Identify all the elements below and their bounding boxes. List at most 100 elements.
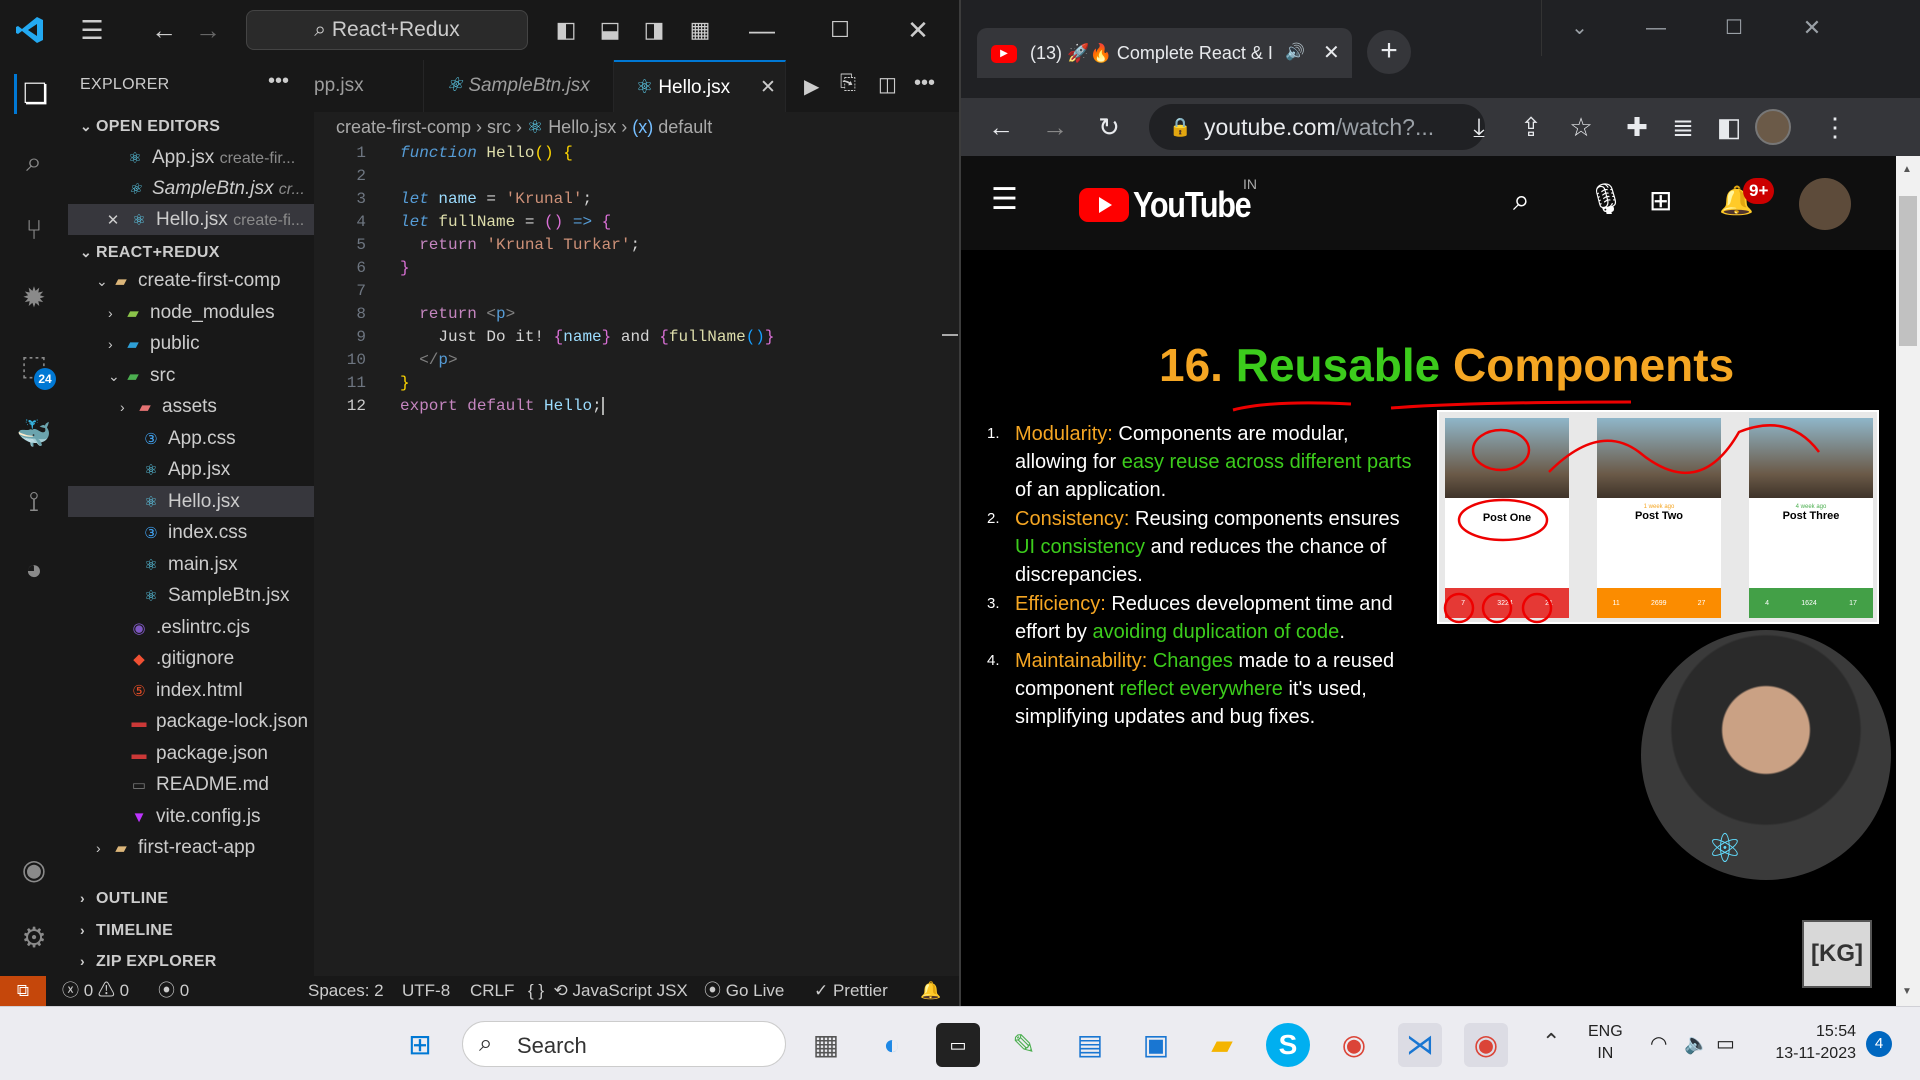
tree-folder[interactable]: › ▰ node_modules bbox=[68, 297, 314, 328]
close-window-icon[interactable]: ✕ bbox=[1773, 0, 1851, 56]
eol-status[interactable]: CRLF bbox=[470, 976, 514, 1006]
minimize-icon[interactable]: — bbox=[1617, 0, 1695, 56]
file-explorer-icon[interactable]: ▰ bbox=[1200, 1023, 1244, 1067]
extensions-puzzle-icon[interactable]: ✚ bbox=[1617, 107, 1657, 147]
chrome-active-icon[interactable]: ◉ bbox=[1464, 1023, 1508, 1067]
clock[interactable]: 15:54 13-11-2023 bbox=[1764, 1021, 1856, 1065]
tree-folder[interactable]: › ▰ public bbox=[68, 328, 314, 359]
source-control-icon[interactable]: ⑂ bbox=[14, 210, 54, 250]
zip-explorer-section[interactable]: › ZIP EXPLORER bbox=[80, 953, 217, 971]
battery-icon[interactable]: ▭ bbox=[1716, 1031, 1735, 1056]
toggle-primary-sidebar-icon[interactable]: ◧ bbox=[546, 10, 586, 50]
vscode-taskbar-icon[interactable]: ⋊ bbox=[1398, 1023, 1442, 1067]
workspace-header[interactable]: ⌄ REACT+REDUX bbox=[80, 244, 220, 262]
chrome-icon[interactable]: ◉ bbox=[1332, 1023, 1376, 1067]
code-editor[interactable]: 1 2 3 4 5 6 7 8 9 10 11 12 function Hell… bbox=[314, 142, 959, 976]
editor-more-icon[interactable]: ••• bbox=[914, 72, 935, 95]
split-editor-icon[interactable]: ◫ bbox=[878, 72, 897, 97]
video-player[interactable]: 16. Reusable Components 1. Modularity: C… bbox=[961, 250, 1896, 1006]
chrome-menu-icon[interactable]: ⋮ bbox=[1815, 107, 1855, 147]
chrome-tab-youtube[interactable]: ▶ (13) 🚀🔥 Complete React & I ✕ 🔊 bbox=[977, 28, 1352, 78]
notepad-icon[interactable]: ▤ bbox=[1068, 1023, 1112, 1067]
tree-file[interactable]: ⚛ main.jsx bbox=[68, 549, 314, 580]
maximize-icon[interactable]: ☐ bbox=[820, 10, 860, 50]
tab-hello-jsx[interactable]: ⚛ Hello.jsx ✕ bbox=[614, 60, 786, 112]
side-panel-icon[interactable]: ◧ bbox=[1709, 107, 1749, 147]
forward-arrow-icon[interactable]: → bbox=[188, 10, 228, 50]
tree-file[interactable]: ③ index.css bbox=[68, 517, 314, 548]
back-arrow-icon[interactable]: ← bbox=[981, 107, 1021, 147]
minimize-icon[interactable]: — bbox=[742, 10, 782, 50]
microphone-icon[interactable]: 🎙 bbox=[1587, 182, 1625, 217]
scroll-up-icon[interactable]: ▲ bbox=[1902, 164, 1912, 175]
create-video-icon[interactable]: ⊞ bbox=[1649, 184, 1672, 217]
minimap-slider[interactable] bbox=[942, 334, 958, 336]
remote-explorer-icon[interactable]: ◕ bbox=[14, 550, 54, 590]
scrollbar-thumb[interactable] bbox=[1899, 196, 1917, 346]
command-center-search[interactable]: ⌕ React+Redux bbox=[246, 10, 528, 50]
open-editor-item[interactable]: ⚛ SampleBtn.jsx cr... bbox=[68, 173, 314, 204]
tab-app-jsx[interactable]: pp.jsx bbox=[314, 60, 424, 112]
search-icon[interactable]: ⌕ bbox=[1513, 184, 1530, 218]
language-status[interactable]: { } ⟲ JavaScript JSX bbox=[528, 976, 688, 1006]
account-icon[interactable]: ◉ bbox=[14, 850, 54, 890]
tree-file-selected[interactable]: ⚛ Hello.jsx bbox=[68, 486, 314, 517]
indentation-status[interactable]: Spaces: 2 bbox=[308, 976, 384, 1006]
encoding-status[interactable]: UTF-8 bbox=[402, 976, 450, 1006]
tree-folder-root[interactable]: ⌄ ▰ create-first-comp bbox=[68, 265, 314, 296]
close-tab-icon[interactable]: ✕ bbox=[760, 62, 776, 112]
forward-arrow-icon[interactable]: → bbox=[1035, 107, 1075, 147]
docker-icon[interactable]: 🐳 bbox=[14, 414, 54, 454]
tree-file[interactable]: ▭ README.md bbox=[68, 769, 314, 800]
close-tab-icon[interactable]: ✕ bbox=[1323, 28, 1340, 78]
reload-icon[interactable]: ↻ bbox=[1089, 107, 1129, 147]
tree-file[interactable]: ▬ package-lock.json bbox=[68, 706, 314, 737]
terminal-icon[interactable]: ▭ bbox=[936, 1023, 980, 1067]
scroll-down-icon[interactable]: ▼ bbox=[1902, 986, 1912, 997]
wordpad-icon[interactable]: ▣ bbox=[1134, 1023, 1178, 1067]
menu-icon[interactable]: ☰ bbox=[72, 10, 112, 50]
remote-indicator-icon[interactable]: ⧉ bbox=[0, 976, 46, 1006]
tree-folder[interactable]: › ▰ first-react-app bbox=[68, 832, 314, 863]
edge-browser-icon[interactable]: ◐ bbox=[870, 1023, 914, 1067]
customize-layout-icon[interactable]: ▦ bbox=[680, 10, 720, 50]
open-editor-item[interactable]: ⚛ App.jsx create-fir... bbox=[68, 142, 314, 173]
prettier-status[interactable]: ✓ Prettier bbox=[814, 976, 888, 1006]
tab-samplebtn-jsx[interactable]: ⚛ SampleBtn.jsx bbox=[424, 60, 614, 112]
open-editors-header[interactable]: ⌄ OPEN EDITORS bbox=[80, 118, 220, 136]
python-icon[interactable]: ⟟ bbox=[14, 482, 54, 522]
tree-file[interactable]: ⑤ index.html bbox=[68, 675, 314, 706]
calculator-icon[interactable]: ▦ bbox=[804, 1023, 848, 1067]
tree-folder[interactable]: › ▰ assets bbox=[68, 391, 314, 422]
wifi-icon[interactable]: ◠ bbox=[1650, 1031, 1667, 1056]
share-icon[interactable]: ⇪ bbox=[1511, 107, 1551, 147]
ports-indicator[interactable]: ⦿ 0 bbox=[158, 976, 189, 1006]
install-app-icon[interactable]: ⤓ bbox=[1459, 107, 1499, 147]
media-control-icon[interactable]: ≣ bbox=[1663, 107, 1703, 147]
go-live-button[interactable]: ⦿ Go Live bbox=[704, 976, 784, 1006]
timeline-section[interactable]: › TIMELINE bbox=[80, 922, 173, 940]
tree-folder[interactable]: ⌄ ▰ src bbox=[68, 360, 314, 391]
skype-icon[interactable]: S bbox=[1266, 1023, 1310, 1067]
search-icon[interactable]: ⌕ bbox=[14, 142, 54, 182]
paint-icon[interactable]: ✎ bbox=[1002, 1023, 1046, 1067]
hamburger-menu-icon[interactable]: ☰ bbox=[991, 182, 1018, 217]
new-tab-button[interactable]: + bbox=[1367, 30, 1411, 74]
youtube-logo-icon[interactable] bbox=[1079, 188, 1129, 222]
audio-playing-icon[interactable]: 🔊 bbox=[1285, 28, 1305, 78]
tree-file[interactable]: ⚛ SampleBtn.jsx bbox=[68, 580, 314, 611]
notification-center-badge[interactable]: 4 bbox=[1866, 1031, 1892, 1057]
close-icon[interactable]: ✕ bbox=[104, 205, 122, 235]
open-changes-icon[interactable]: ⎘ bbox=[840, 72, 856, 95]
back-arrow-icon[interactable]: ← bbox=[144, 10, 184, 50]
explorer-icon[interactable]: ❏ bbox=[14, 74, 54, 114]
more-actions-icon[interactable]: ••• bbox=[268, 70, 289, 93]
show-hidden-icons-chevron-icon[interactable]: ⌃ bbox=[1542, 1029, 1560, 1055]
tree-file[interactable]: ▬ package.json bbox=[68, 738, 314, 769]
user-avatar[interactable] bbox=[1799, 178, 1851, 230]
tree-file[interactable]: ③ App.css bbox=[68, 423, 314, 454]
run-debug-icon[interactable]: ✹ bbox=[14, 278, 54, 318]
outline-section[interactable]: › OUTLINE bbox=[80, 890, 168, 908]
maximize-icon[interactable]: ☐ bbox=[1695, 0, 1773, 56]
page-scrollbar[interactable]: ▲ ▼ bbox=[1896, 156, 1920, 1006]
